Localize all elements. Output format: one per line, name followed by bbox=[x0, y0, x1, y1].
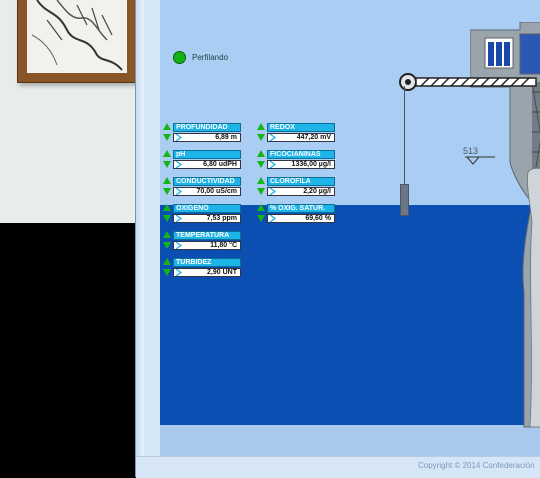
sensor-ph: pH 6,80 udPH bbox=[163, 150, 241, 170]
sensor-turbidez: TURBIDEZ 2,90 UNT bbox=[163, 258, 241, 278]
value-indicator-icon bbox=[269, 134, 277, 141]
value-indicator-icon bbox=[175, 215, 183, 222]
water-level-label: 513 bbox=[463, 146, 479, 156]
value-indicator-icon bbox=[175, 242, 183, 249]
status-dot-icon bbox=[173, 51, 186, 64]
sensor-value: 6,89 m bbox=[173, 133, 241, 142]
arrow-up-icon[interactable] bbox=[163, 258, 171, 265]
arrow-down-icon[interactable] bbox=[257, 215, 265, 222]
sensor-name: CLOROFILA bbox=[267, 177, 335, 186]
desktop-background bbox=[0, 0, 138, 223]
monitoring-window: 513 Perfilando PROFUNDIDAD 6,89 m pH 6,8… bbox=[135, 0, 540, 478]
sensor-name: OXIGENO bbox=[173, 204, 241, 213]
station-panel: 513 Perfilando PROFUNDIDAD 6,89 m pH 6,8… bbox=[160, 0, 540, 456]
arrow-down-icon[interactable] bbox=[163, 161, 171, 168]
painting-image bbox=[27, 0, 127, 73]
water-level-icon bbox=[465, 156, 495, 165]
sensor-ficocianinas: FICOCIANINAS 1336,00 µg/l bbox=[257, 150, 335, 170]
probe-cable bbox=[404, 86, 405, 184]
arrow-up-icon[interactable] bbox=[257, 150, 265, 157]
value-indicator-icon bbox=[269, 161, 277, 168]
window-border bbox=[136, 0, 144, 477]
value-indicator-icon bbox=[175, 134, 183, 141]
sensor-profundidad: PROFUNDIDAD 6,89 m bbox=[163, 123, 241, 143]
wall-painting bbox=[17, 0, 137, 83]
sensor-value: 1336,00 µg/l bbox=[267, 160, 335, 169]
sensor-name: CONDUCTIVIDAD bbox=[173, 177, 241, 186]
status-label: Perfilando bbox=[192, 53, 229, 62]
arrow-up-icon[interactable] bbox=[163, 204, 171, 211]
arrow-down-icon[interactable] bbox=[163, 188, 171, 195]
arrow-up-icon[interactable] bbox=[163, 123, 171, 130]
arrow-down-icon[interactable] bbox=[163, 242, 171, 249]
value-indicator-icon bbox=[175, 188, 183, 195]
sensor-value: 2,20 µg/l bbox=[267, 187, 335, 196]
value-indicator-icon bbox=[269, 215, 277, 222]
value-indicator-icon bbox=[175, 269, 183, 276]
sensor-redox: REDOX 447,20 mV bbox=[257, 123, 335, 143]
sensor-temperatura: TEMPERATURA 11,80 °C bbox=[163, 231, 241, 251]
sensor-conductividad: CONDUCTIVIDAD 70,00 uS/cm bbox=[163, 177, 241, 197]
sensor-value: 6,80 udPH bbox=[173, 160, 241, 169]
sensor-oxigeno: OXIGENO 7,53 ppm bbox=[163, 204, 241, 224]
arrow-down-icon[interactable] bbox=[257, 134, 265, 141]
copyright-text: Copyright © 2014 Confederación bbox=[418, 461, 535, 470]
sensor-oxig-satur: % OXIG. SATUR. 69,60 % bbox=[257, 204, 335, 224]
profiling-status: Perfilando bbox=[173, 51, 228, 64]
sensor-value: 2,90 UNT bbox=[173, 268, 241, 277]
measurement-probe bbox=[400, 184, 409, 216]
sensor-clorofila: CLOROFILA 2,20 µg/l bbox=[257, 177, 335, 197]
arrow-up-icon[interactable] bbox=[257, 123, 265, 130]
sensor-value: 447,20 mV bbox=[267, 133, 335, 142]
arrow-up-icon[interactable] bbox=[163, 231, 171, 238]
arrow-down-icon[interactable] bbox=[257, 161, 265, 168]
winch-icon bbox=[399, 73, 537, 91]
sensor-name: pH bbox=[173, 150, 241, 159]
arrow-up-icon[interactable] bbox=[163, 150, 171, 157]
sensor-name: TURBIDEZ bbox=[173, 258, 241, 267]
sensor-value: 70,00 uS/cm bbox=[173, 187, 241, 196]
sensor-name: FICOCIANINAS bbox=[267, 150, 335, 159]
arrow-up-icon[interactable] bbox=[257, 204, 265, 211]
sensor-value: 69,60 % bbox=[267, 214, 335, 223]
window-footer: Copyright © 2014 Confederación bbox=[136, 456, 540, 478]
arrow-down-icon[interactable] bbox=[163, 269, 171, 276]
sensor-name: REDOX bbox=[267, 123, 335, 132]
arrow-up-icon[interactable] bbox=[163, 177, 171, 184]
value-indicator-icon bbox=[269, 188, 277, 195]
arrow-down-icon[interactable] bbox=[163, 134, 171, 141]
sensor-name: PROFUNDIDAD bbox=[173, 123, 241, 132]
arrow-up-icon[interactable] bbox=[257, 177, 265, 184]
sensor-value: 11,80 °C bbox=[173, 241, 241, 250]
arrow-down-icon[interactable] bbox=[163, 215, 171, 222]
arrow-down-icon[interactable] bbox=[257, 188, 265, 195]
sensor-name: TEMPERATURA bbox=[173, 231, 241, 240]
sensor-value: 7,53 ppm bbox=[173, 214, 241, 223]
sensor-name: % OXIG. SATUR. bbox=[267, 204, 335, 213]
value-indicator-icon bbox=[175, 161, 183, 168]
